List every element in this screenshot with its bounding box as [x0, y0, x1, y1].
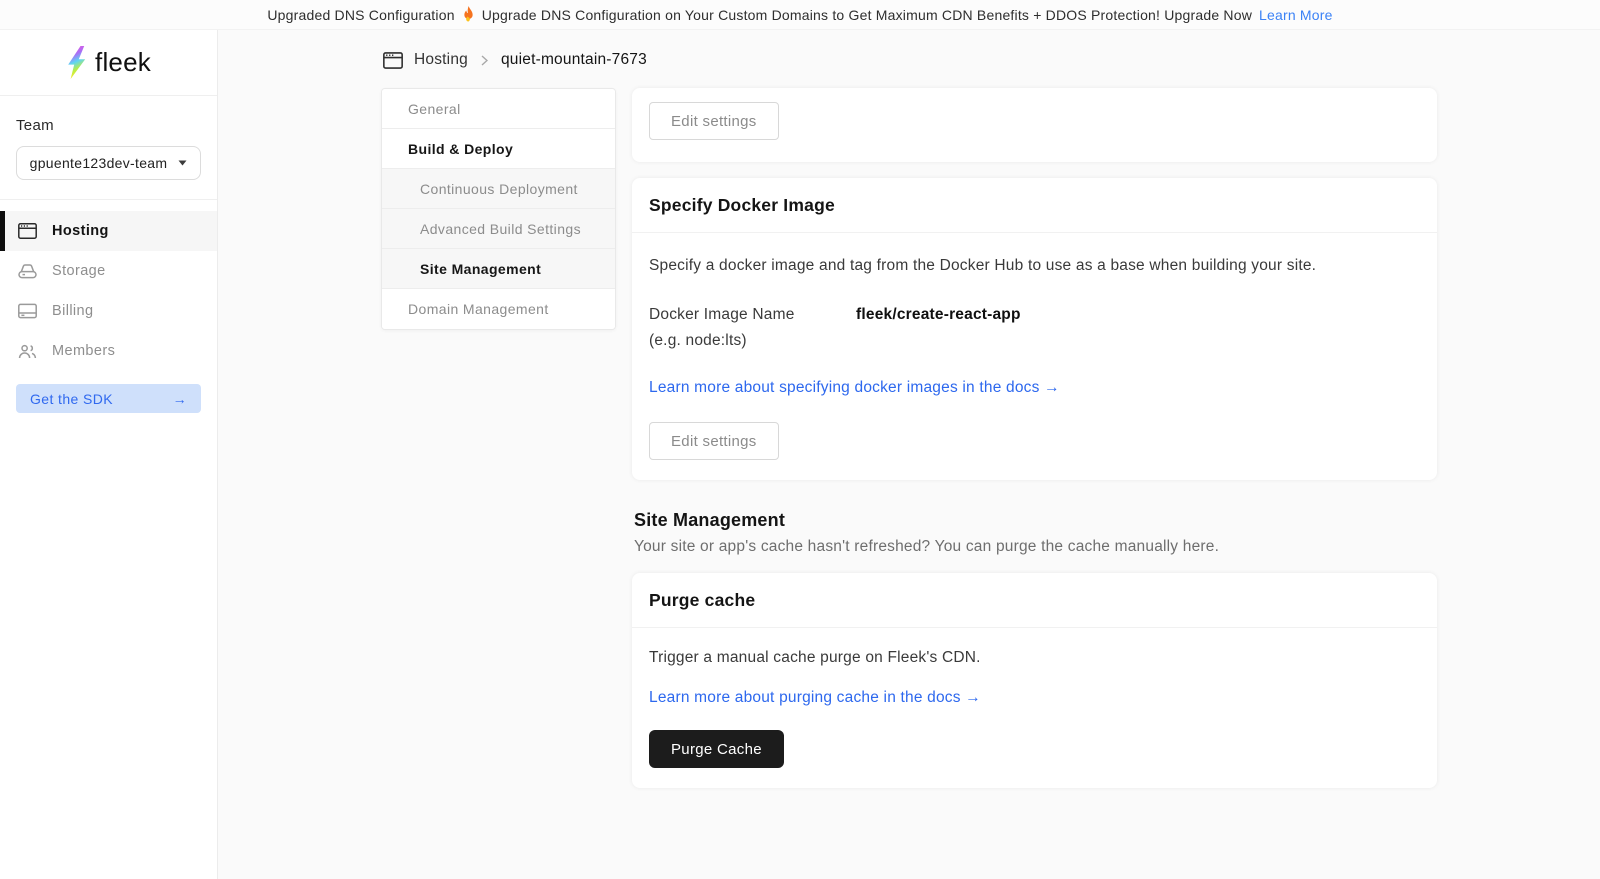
get-sdk-button[interactable]: Get the SDK → — [16, 384, 201, 413]
purge-cache-title: Purge cache — [632, 573, 1437, 628]
team-selector-value: gpuente123dev-team — [30, 155, 168, 171]
sidebar-divider — [0, 199, 217, 200]
settings-tab-site-management[interactable]: Site Management — [382, 249, 615, 289]
breadcrumb-hosting[interactable]: Hosting — [414, 51, 468, 69]
sidebar-item-members[interactable]: Members — [0, 331, 217, 371]
settings-content: Edit settings Specify Docker Image Speci… — [632, 88, 1437, 788]
fleek-logo-text: fleek — [95, 47, 151, 78]
sidebar-nav: Hosting Storage — [0, 211, 217, 371]
specify-docker-image-card: Specify Docker Image Specify a docker im… — [632, 178, 1437, 480]
sidebar-item-label: Billing — [52, 303, 94, 319]
browser-window-icon — [18, 223, 37, 239]
main-area: Hosting quiet-mountain-7673 General Buil… — [218, 30, 1600, 879]
sidebar-item-label: Members — [52, 343, 115, 359]
sidebar-item-hosting[interactable]: Hosting — [0, 211, 217, 251]
members-people-icon — [18, 344, 37, 359]
docker-card-title: Specify Docker Image — [632, 178, 1437, 233]
site-management-section: Site Management Your site or app's cache… — [632, 510, 1437, 556]
docker-image-name-hint: (e.g. node:lts) — [649, 328, 1420, 354]
site-management-title: Site Management — [634, 510, 1437, 531]
docker-image-name-value: fleek/create-react-app — [856, 302, 1021, 328]
fleek-bolt-icon — [66, 46, 87, 79]
sidebar-item-label: Hosting — [52, 223, 109, 239]
breadcrumb-project: quiet-mountain-7673 — [501, 51, 647, 69]
storage-drive-icon — [18, 263, 37, 279]
sidebar-item-label: Storage — [52, 263, 106, 279]
sidebar: fleek Team gpuente123dev-team — [0, 30, 218, 879]
sidebar-item-storage[interactable]: Storage — [0, 251, 217, 291]
get-sdk-label: Get the SDK — [30, 391, 113, 407]
sidebar-item-billing[interactable]: Billing — [0, 291, 217, 331]
banner-message: Upgrade DNS Configuration on Your Custom… — [482, 7, 1252, 23]
edit-settings-button[interactable]: Edit settings — [649, 422, 779, 460]
settings-menu: General Build & Deploy Continuous Deploy… — [381, 88, 616, 330]
purge-cache-docs-link[interactable]: Learn more about purging cache in the do… — [649, 689, 981, 707]
purge-cache-card: Purge cache Trigger a manual cache purge… — [632, 573, 1437, 788]
arrow-right-icon: → — [173, 391, 187, 407]
promo-banner: Upgraded DNS Configuration Upgrade DNS C… — [0, 0, 1600, 30]
settings-tab-build-deploy[interactable]: Build & Deploy — [382, 129, 615, 169]
chevron-down-icon — [178, 160, 187, 166]
settings-tab-general[interactable]: General — [382, 89, 615, 129]
settings-tab-domain-management[interactable]: Domain Management — [382, 289, 615, 329]
fire-icon — [462, 6, 475, 25]
docker-card-description: Specify a docker image and tag from the … — [649, 253, 1389, 278]
chevron-right-icon — [481, 55, 488, 66]
purge-cache-button[interactable]: Purge Cache — [649, 730, 784, 768]
banner-prefix-text: Upgraded DNS Configuration — [267, 7, 454, 23]
settings-tab-advanced-build-settings[interactable]: Advanced Build Settings — [382, 209, 615, 249]
settings-tab-continuous-deployment[interactable]: Continuous Deployment — [382, 169, 615, 209]
fleek-logo[interactable]: fleek — [0, 30, 217, 96]
previous-settings-card: Edit settings — [632, 88, 1437, 162]
credit-card-icon — [18, 303, 37, 319]
docker-docs-link[interactable]: Learn more about specifying docker image… — [649, 379, 1060, 397]
breadcrumb: Hosting quiet-mountain-7673 — [381, 51, 1437, 69]
purge-cache-description: Trigger a manual cache purge on Fleek's … — [649, 648, 1420, 668]
docker-image-name-label: Docker Image Name — [649, 302, 856, 328]
team-label: Team — [16, 117, 201, 134]
team-selector-dropdown[interactable]: gpuente123dev-team — [16, 146, 201, 180]
site-management-description: Your site or app's cache hasn't refreshe… — [634, 538, 1437, 556]
browser-window-icon — [383, 52, 403, 69]
edit-settings-button[interactable]: Edit settings — [649, 102, 779, 140]
banner-learn-more-link[interactable]: Learn More — [1259, 7, 1333, 23]
